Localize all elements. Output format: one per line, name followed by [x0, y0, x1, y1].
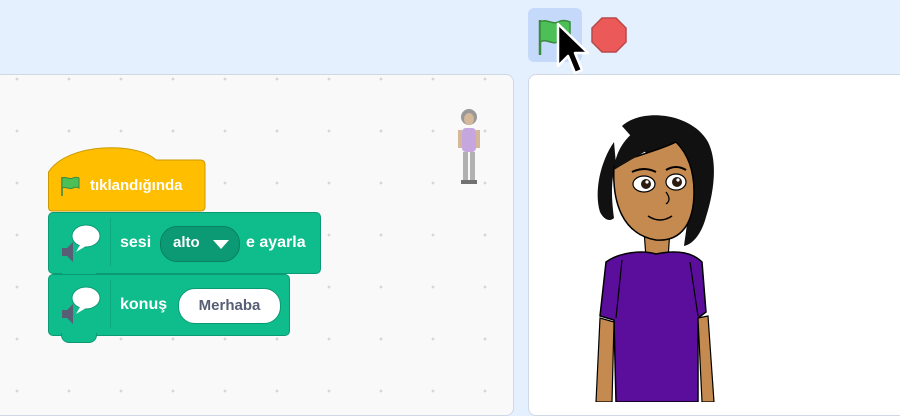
- voice-dropdown-value: alto: [173, 234, 200, 251]
- mouse-cursor-icon: [556, 22, 590, 75]
- top-toolbar: [0, 0, 900, 74]
- sprite-thumbnail: [458, 109, 480, 184]
- stage-character: [595, 115, 715, 402]
- text-to-speech-icon: [62, 224, 101, 262]
- text-to-speech-icon: [62, 286, 101, 324]
- speak-text-input[interactable]: Merhaba: [178, 288, 281, 324]
- block-separator: [110, 280, 111, 328]
- block-notch: [61, 333, 97, 343]
- block1-text-2: e ayarla: [246, 234, 306, 251]
- block2-text-1: konuş: [120, 296, 168, 313]
- block1-text-1: sesi: [120, 234, 152, 251]
- green-flag-icon: [61, 176, 80, 196]
- chevron-down-icon: [213, 240, 229, 249]
- stop-icon[interactable]: [590, 16, 628, 54]
- block-separator: [110, 218, 111, 266]
- hat-block-label: tıklandığında: [90, 177, 183, 194]
